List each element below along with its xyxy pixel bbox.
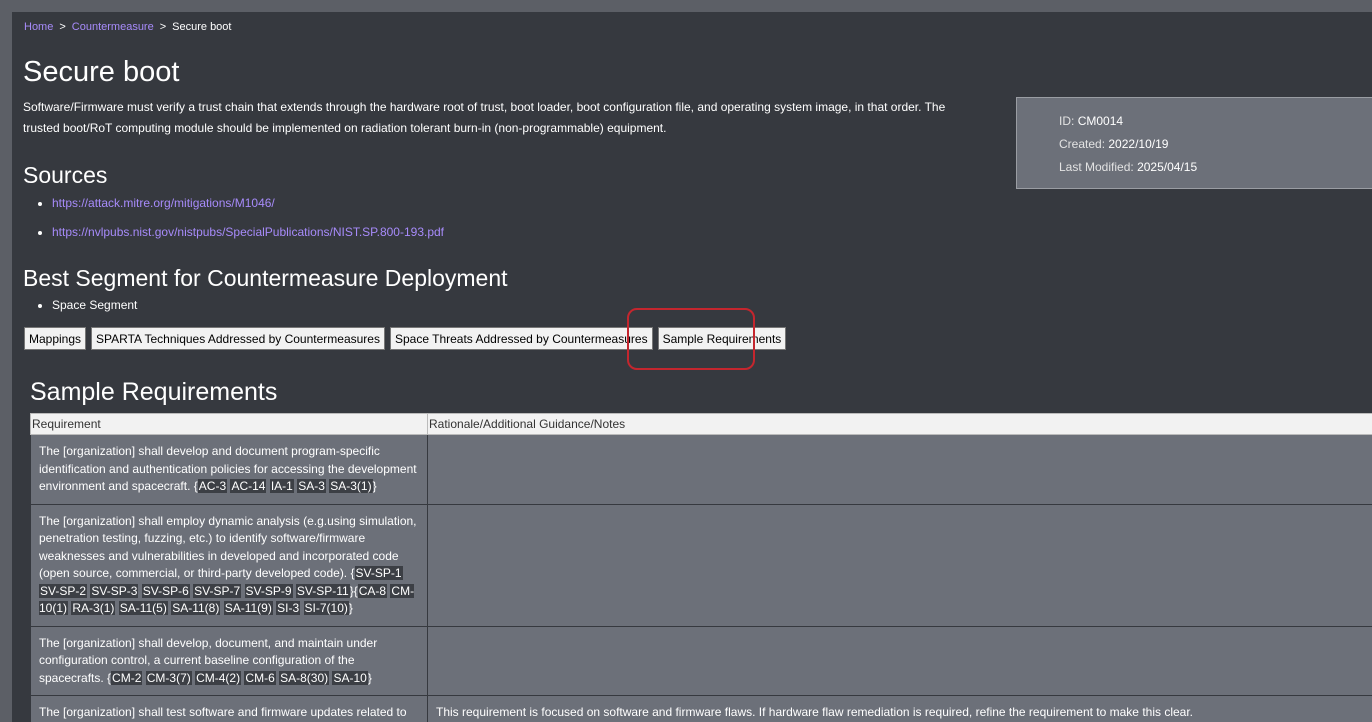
requirements-table-body: The [organization] shall develop and doc… [30, 434, 1372, 722]
table-header-row: Requirement Rationale/Additional Guidanc… [30, 413, 1372, 435]
requirements-table: Requirement Rationale/Additional Guidanc… [30, 413, 1372, 722]
control-tag[interactable]: SI-3 [276, 601, 301, 615]
tab-space-threats[interactable]: Space Threats Addressed by Countermeasur… [389, 327, 653, 350]
rationale-cell [427, 503, 1372, 627]
control-tag[interactable]: SV-SP-9 [244, 583, 293, 598]
control-tag[interactable]: CM-4(2) [195, 670, 242, 685]
page-title: Secure boot [23, 56, 180, 88]
control-tag[interactable]: CA-8 [357, 583, 388, 598]
control-tag[interactable]: SA-11(8) [171, 601, 221, 615]
tab-sparta-techniques[interactable]: SPARTA Techniques Addressed by Counterme… [91, 327, 385, 350]
control-tag[interactable]: AC-14 [230, 479, 267, 493]
sample-requirements-heading: Sample Requirements [30, 378, 278, 406]
control-tag[interactable]: CM-3(7) [145, 670, 192, 685]
meta-created-label: Created: [1059, 137, 1106, 151]
breadcrumb-separator: > [59, 21, 66, 33]
table-row: The [organization] shall develop, docume… [30, 625, 1372, 696]
control-tag[interactable]: SA-3(1) [329, 479, 373, 493]
column-header-rationale: Rationale/Additional Guidance/Notes [427, 413, 1372, 435]
control-tag[interactable]: SA-11(9) [223, 601, 273, 615]
segment-heading: Best Segment for Countermeasure Deployme… [23, 265, 508, 291]
breadcrumb-countermeasure-link[interactable]: Countermeasure [72, 21, 154, 33]
meta-created: Created: 2022/10/19 [1059, 133, 1372, 156]
source-link-mitre[interactable]: https://attack.mitre.org/mitigations/M10… [52, 196, 275, 210]
requirement-cell: The [organization] shall test software a… [30, 695, 428, 722]
control-tag[interactable]: SA-10 [332, 670, 368, 685]
source-link-nist[interactable]: https://nvlpubs.nist.gov/nistpubs/Specia… [52, 225, 444, 239]
control-tag[interactable]: CM-6 [244, 670, 276, 685]
control-tag[interactable]: SV-SP-3 [90, 583, 139, 598]
rationale-cell [427, 434, 1372, 505]
control-tag[interactable]: SV-SP-6 [141, 583, 190, 598]
control-tag[interactable]: SV-SP-11 [295, 583, 350, 598]
tab-sample-requirements[interactable]: Sample Requirements [657, 327, 787, 350]
meta-modified: Last Modified: 2025/04/15 [1059, 156, 1372, 179]
tab-bar: Mappings SPARTA Techniques Addressed by … [24, 327, 787, 350]
segment-list: Space Segment [36, 298, 137, 312]
meta-created-value: 2022/10/19 [1108, 137, 1169, 151]
requirement-cell: The [organization] shall employ dynamic … [30, 503, 428, 627]
control-tag[interactable]: CM-2 [111, 670, 143, 685]
requirement-cell: The [organization] shall develop, docume… [30, 625, 428, 696]
sources-heading: Sources [23, 162, 108, 188]
control-tag[interactable]: SV-SP-1 [354, 566, 403, 580]
table-row: The [organization] shall employ dynamic … [30, 503, 1372, 627]
control-tag[interactable]: SV-SP-2 [39, 583, 88, 598]
column-header-requirement: Requirement [30, 413, 428, 435]
control-tag[interactable]: AC-3 [197, 479, 228, 493]
control-tag[interactable]: SA-3 [297, 479, 326, 493]
tab-mappings[interactable]: Mappings [24, 327, 87, 350]
breadcrumb: Home > Countermeasure > Secure boot [24, 21, 231, 33]
breadcrumb-separator: > [159, 21, 167, 33]
requirement-cell: The [organization] shall develop and doc… [30, 434, 428, 505]
meta-id-value: CM0014 [1077, 114, 1124, 128]
requirement-text: The [organization] shall test software a… [39, 705, 407, 719]
source-item: https://attack.mitre.org/mitigations/M10… [52, 194, 444, 223]
rationale-cell: This requirement is focused on software … [427, 695, 1372, 722]
control-tag[interactable]: SV-SP-7 [193, 583, 242, 598]
meta-id: ID: CM0014 [1059, 110, 1372, 133]
table-row: The [organization] shall develop and doc… [30, 434, 1372, 505]
control-tag[interactable]: SA-11(5) [118, 601, 168, 615]
source-item: https://nvlpubs.nist.gov/nistpubs/Specia… [52, 223, 444, 252]
breadcrumb-home-link[interactable]: Home [24, 21, 53, 33]
control-tag[interactable]: SI-7(10) [303, 601, 349, 615]
meta-modified-value: 2025/04/15 [1137, 160, 1198, 174]
segment-item: Space Segment [52, 298, 137, 312]
control-tag[interactable]: SA-8(30) [279, 670, 330, 685]
rationale-cell [427, 625, 1372, 696]
control-tag[interactable]: RA-3(1) [71, 601, 116, 615]
control-tag[interactable]: IA-1 [269, 479, 294, 493]
table-row: The [organization] shall test software a… [30, 695, 1372, 722]
breadcrumb-current: Secure boot [172, 21, 232, 33]
meta-modified-label: Last Modified: [1059, 160, 1134, 174]
meta-id-label: ID: [1059, 114, 1075, 128]
page-description: Software/Firmware must verify a trust ch… [23, 100, 946, 135]
metadata-panel: ID: CM0014 Created: 2022/10/19 Last Modi… [1016, 97, 1372, 189]
page: Home > Countermeasure > Secure boot Secure b… [12, 12, 1372, 722]
sources-list: https://attack.mitre.org/mitigations/M10… [36, 194, 444, 252]
